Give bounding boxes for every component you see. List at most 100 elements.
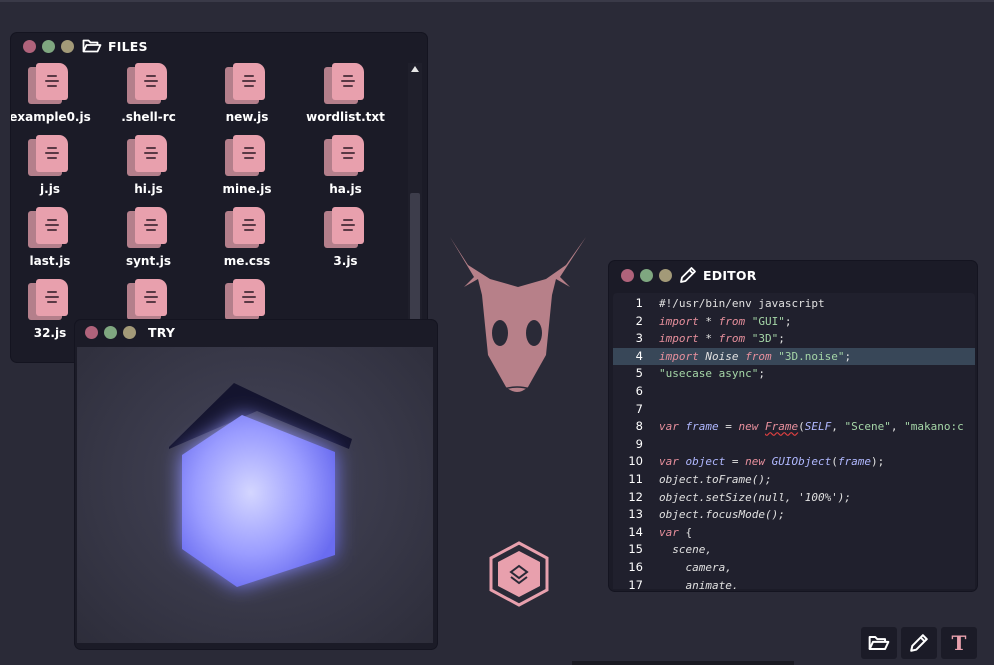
code-line[interactable]: 5 "usecase async";	[613, 365, 975, 383]
file-icon	[126, 279, 171, 321]
code-line[interactable]: 6	[613, 383, 975, 401]
file-item[interactable]	[100, 279, 198, 326]
file-item[interactable]: last.js	[11, 207, 99, 268]
code-text: object.setSize(null, '100%');	[659, 490, 852, 504]
code-line[interactable]: 13 object.focusMode();	[613, 506, 975, 524]
file-name: hi.js	[134, 182, 163, 196]
file-item[interactable]: .shell-rc	[100, 63, 198, 124]
pencil-icon	[680, 267, 696, 283]
code-text: var {	[659, 525, 693, 539]
file-icon	[225, 207, 269, 249]
top-border	[0, 0, 994, 2]
code-line[interactable]: 7	[613, 401, 975, 419]
files-title: FILES	[108, 38, 148, 54]
file-item[interactable]	[198, 279, 296, 326]
line-number: 6	[635, 384, 643, 398]
3d-viewport[interactable]	[77, 347, 433, 643]
close-button[interactable]	[85, 325, 98, 339]
code-line[interactable]: 10 var object = new GUIObject(frame);	[613, 453, 975, 471]
code-line[interactable]: 9	[613, 436, 975, 454]
minimize-button[interactable]	[123, 325, 136, 339]
file-item[interactable]: new.js	[198, 63, 296, 124]
code-text: import Noise from "3D.noise";	[659, 349, 852, 363]
taskbar-edge	[572, 661, 794, 665]
code-line[interactable]: 11 object.toFrame();	[613, 471, 975, 489]
maximize-button[interactable]	[42, 39, 55, 53]
file-item[interactable]: me.css	[198, 207, 296, 268]
folder-open-icon	[868, 635, 890, 651]
code-line[interactable]: 3 import * from "3D";	[613, 330, 975, 348]
file-name: last.js	[29, 254, 71, 268]
file-name: mine.js	[222, 182, 272, 196]
code-text: object.focusMode();	[659, 508, 785, 522]
code-line[interactable]: 12 object.setSize(null, '100%');	[613, 489, 975, 507]
minimize-button[interactable]	[659, 268, 672, 282]
file-icon	[225, 279, 269, 321]
file-name: ha.js	[329, 182, 362, 196]
line-number: 11	[628, 472, 643, 486]
code-line[interactable]: 17 animate,	[613, 577, 975, 589]
file-item[interactable]: ha.js	[297, 135, 395, 196]
maximize-button[interactable]	[104, 325, 117, 339]
files-scrollbar[interactable]	[408, 63, 422, 353]
line-number: 14	[628, 524, 643, 539]
try-title: TRY	[148, 324, 176, 340]
hexagon-layers-icon[interactable]	[488, 541, 550, 607]
code-text: var object = new GUIObject(frame);	[659, 455, 885, 469]
line-number: 12	[628, 489, 643, 504]
code-line[interactable]: 4 import Noise from "3D.noise";	[613, 347, 975, 366]
minimize-button[interactable]	[61, 39, 74, 53]
file-icon	[225, 135, 269, 177]
line-number: 3	[635, 331, 643, 346]
editor-window: EDITOR 1 #!/usr/bin/env javascript 2 import…	[609, 261, 977, 591]
glowing-cube	[169, 383, 352, 587]
maximize-button[interactable]	[640, 268, 653, 282]
line-number: 1	[635, 296, 643, 310]
dock-files-button[interactable]	[861, 627, 897, 659]
dock-editor-button[interactable]	[901, 627, 937, 659]
code-line[interactable]: 2 import * from "GUI";	[613, 313, 975, 331]
file-item[interactable]: j.js	[11, 135, 99, 196]
file-item[interactable]: wordlist.txt	[297, 63, 395, 124]
code-line[interactable]: 15 scene,	[613, 541, 975, 559]
file-icon	[323, 135, 368, 177]
code-text: animate,	[659, 578, 739, 589]
code-line[interactable]: 1 #!/usr/bin/env javascript	[613, 295, 975, 313]
code-text: camera,	[659, 561, 732, 574]
close-button[interactable]	[621, 268, 634, 282]
line-number: 5	[635, 366, 643, 381]
files-titlebar[interactable]: FILES	[11, 34, 427, 58]
code-line[interactable]: 8 var frame = new Frame(SELF, "Scene", "m…	[613, 418, 975, 436]
code-editor[interactable]: 1 #!/usr/bin/env javascript 2 import * from…	[613, 293, 975, 589]
code-text: "usecase async";	[659, 367, 765, 381]
line-number: 9	[635, 436, 643, 451]
file-item[interactable]: hi.js	[100, 135, 198, 196]
file-icon	[28, 207, 72, 249]
text-icon: T	[951, 631, 967, 655]
line-number: 17	[628, 577, 643, 589]
file-icon	[126, 135, 171, 177]
editor-titlebar[interactable]: EDITOR	[609, 263, 977, 287]
mascot-logo	[450, 237, 586, 392]
close-button[interactable]	[23, 39, 36, 53]
code-line[interactable]: 16 camera,	[613, 559, 975, 577]
file-item[interactable]: mine.js	[198, 135, 296, 196]
try-titlebar[interactable]: TRY	[75, 320, 437, 344]
file-name: example0.js	[11, 110, 91, 124]
file-icon	[126, 207, 171, 249]
try-window: TRY	[75, 320, 437, 649]
code-text: scene,	[659, 543, 712, 557]
files-window: FILES example0.js .shell-rc new.js wordlist…	[11, 33, 427, 362]
line-number: 4	[635, 348, 643, 363]
file-item[interactable]: synt.js	[100, 207, 198, 268]
file-item[interactable]: 3.js	[297, 207, 395, 268]
code-line[interactable]: 14 var {	[613, 524, 975, 542]
scroll-up-icon[interactable]	[411, 66, 419, 72]
code-text: object.toFrame();	[659, 473, 772, 486]
line-number: 16	[628, 560, 643, 574]
dock-text-button[interactable]: T	[941, 627, 977, 659]
line-number: 2	[635, 313, 643, 328]
file-item[interactable]: example0.js	[11, 63, 99, 124]
file-icon	[225, 63, 269, 105]
file-icon	[323, 207, 368, 249]
